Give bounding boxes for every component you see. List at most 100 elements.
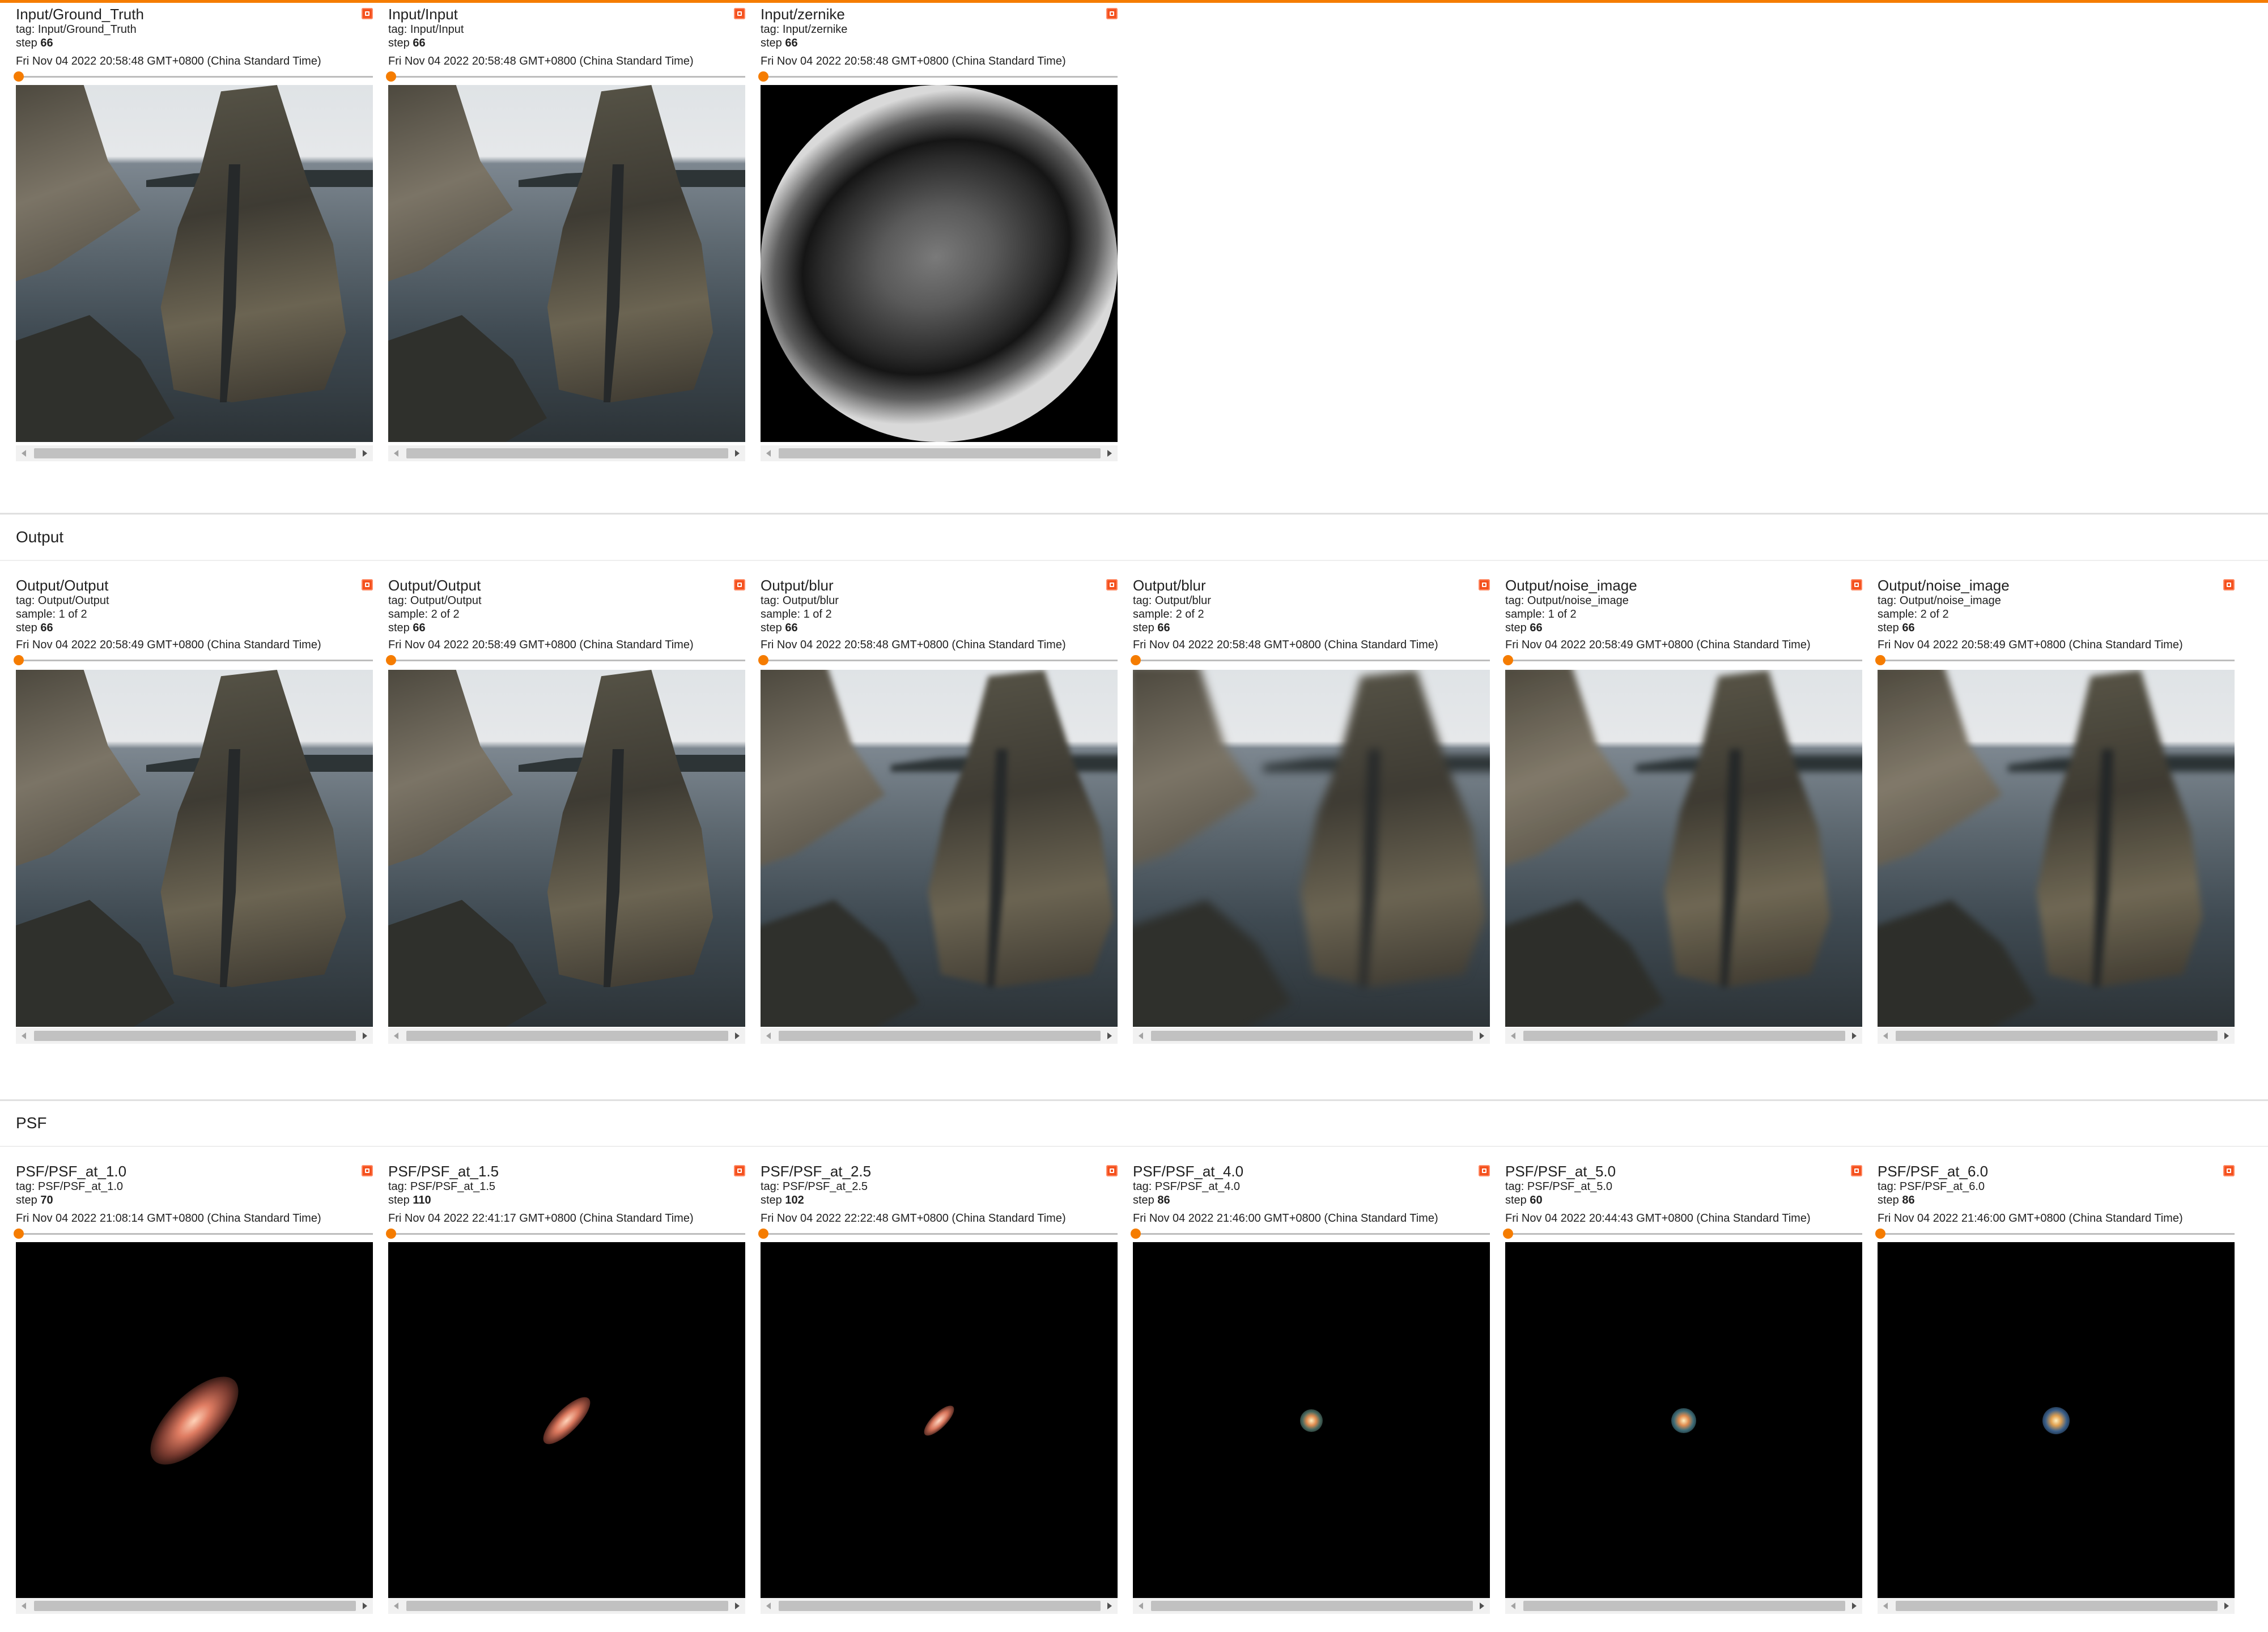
scrollbar-thumb[interactable]: [34, 1031, 356, 1041]
step-slider[interactable]: [1875, 1229, 2235, 1239]
step-slider[interactable]: [1131, 655, 1490, 665]
image-scrollbar[interactable]: [1878, 1028, 2235, 1044]
scrollbar-thumb[interactable]: [1523, 1031, 1845, 1041]
step-slider[interactable]: [14, 655, 373, 665]
slider-handle[interactable]: [1503, 655, 1513, 665]
image-scrollbar[interactable]: [388, 1028, 745, 1044]
image-scrollbar[interactable]: [1505, 1598, 1862, 1614]
arrow-right-icon[interactable]: [735, 1603, 740, 1609]
section-title-output[interactable]: Output: [16, 528, 63, 546]
expand-icon[interactable]: [362, 8, 373, 19]
step-slider[interactable]: [1875, 655, 2235, 665]
slider-handle[interactable]: [758, 71, 768, 82]
image-scrollbar[interactable]: [16, 1028, 373, 1044]
scrollbar-thumb[interactable]: [779, 1601, 1101, 1611]
step-slider[interactable]: [14, 1229, 373, 1239]
arrow-left-icon[interactable]: [1139, 1032, 1143, 1039]
arrow-left-icon[interactable]: [1511, 1603, 1515, 1609]
image-scrollbar[interactable]: [1133, 1598, 1490, 1614]
expand-icon[interactable]: [1851, 1165, 1862, 1176]
scrollbar-thumb[interactable]: [779, 1031, 1101, 1041]
expand-icon[interactable]: [1479, 579, 1490, 590]
step-slider[interactable]: [1131, 1229, 1490, 1239]
image-scrollbar[interactable]: [761, 1028, 1118, 1044]
arrow-right-icon[interactable]: [363, 1032, 367, 1039]
scrollbar-thumb[interactable]: [1896, 1031, 2218, 1041]
arrow-left-icon[interactable]: [766, 1603, 771, 1609]
expand-icon[interactable]: [734, 1165, 745, 1176]
expand-icon[interactable]: [1106, 8, 1118, 19]
step-slider[interactable]: [386, 655, 745, 665]
scrollbar-thumb[interactable]: [406, 448, 728, 458]
expand-icon[interactable]: [2223, 579, 2235, 590]
arrow-right-icon[interactable]: [1107, 450, 1112, 457]
scrollbar-thumb[interactable]: [1896, 1601, 2218, 1611]
step-slider[interactable]: [1503, 1229, 1862, 1239]
arrow-right-icon[interactable]: [1480, 1603, 1484, 1609]
image-scrollbar[interactable]: [388, 1598, 745, 1614]
arrow-right-icon[interactable]: [1107, 1032, 1112, 1039]
scrollbar-thumb[interactable]: [1151, 1031, 1473, 1041]
slider-handle[interactable]: [14, 1229, 24, 1239]
arrow-left-icon[interactable]: [1883, 1603, 1888, 1609]
image-scrollbar[interactable]: [1878, 1598, 2235, 1614]
scrollbar-thumb[interactable]: [406, 1031, 728, 1041]
image-scrollbar[interactable]: [1505, 1028, 1862, 1044]
slider-handle[interactable]: [14, 71, 24, 82]
slider-handle[interactable]: [1875, 1229, 1885, 1239]
image-scrollbar[interactable]: [16, 445, 373, 461]
arrow-right-icon[interactable]: [1480, 1032, 1484, 1039]
expand-icon[interactable]: [362, 1165, 373, 1176]
step-slider[interactable]: [758, 1229, 1118, 1239]
image-scrollbar[interactable]: [761, 1598, 1118, 1614]
expand-icon[interactable]: [1479, 1165, 1490, 1176]
image-scrollbar[interactable]: [1133, 1028, 1490, 1044]
arrow-right-icon[interactable]: [1852, 1603, 1857, 1609]
expand-icon[interactable]: [2223, 1165, 2235, 1176]
arrow-left-icon[interactable]: [394, 1603, 398, 1609]
step-slider[interactable]: [758, 71, 1118, 82]
arrow-left-icon[interactable]: [394, 450, 398, 457]
scrollbar-thumb[interactable]: [1151, 1601, 1473, 1611]
arrow-left-icon[interactable]: [766, 450, 771, 457]
arrow-right-icon[interactable]: [363, 450, 367, 457]
scrollbar-thumb[interactable]: [406, 1601, 728, 1611]
scrollbar-thumb[interactable]: [34, 1601, 356, 1611]
image-scrollbar[interactable]: [16, 1598, 373, 1614]
slider-handle[interactable]: [758, 655, 768, 665]
arrow-right-icon[interactable]: [2224, 1603, 2229, 1609]
arrow-left-icon[interactable]: [22, 450, 26, 457]
step-slider[interactable]: [14, 71, 373, 82]
slider-handle[interactable]: [386, 1229, 396, 1239]
slider-handle[interactable]: [1131, 655, 1141, 665]
step-slider[interactable]: [1503, 655, 1862, 665]
expand-icon[interactable]: [1106, 1165, 1118, 1176]
slider-handle[interactable]: [386, 655, 396, 665]
arrow-left-icon[interactable]: [1139, 1603, 1143, 1609]
arrow-left-icon[interactable]: [394, 1032, 398, 1039]
slider-handle[interactable]: [1503, 1229, 1513, 1239]
section-title-psf[interactable]: PSF: [16, 1114, 46, 1132]
slider-handle[interactable]: [386, 71, 396, 82]
expand-icon[interactable]: [1106, 579, 1118, 590]
image-scrollbar[interactable]: [761, 445, 1118, 461]
arrow-right-icon[interactable]: [735, 1032, 740, 1039]
slider-handle[interactable]: [758, 1229, 768, 1239]
arrow-left-icon[interactable]: [1511, 1032, 1515, 1039]
arrow-left-icon[interactable]: [1883, 1032, 1888, 1039]
expand-icon[interactable]: [362, 579, 373, 590]
arrow-right-icon[interactable]: [1852, 1032, 1857, 1039]
arrow-right-icon[interactable]: [2224, 1032, 2229, 1039]
arrow-left-icon[interactable]: [766, 1032, 771, 1039]
expand-icon[interactable]: [734, 8, 745, 19]
arrow-left-icon[interactable]: [22, 1603, 26, 1609]
step-slider[interactable]: [758, 655, 1118, 665]
arrow-right-icon[interactable]: [1107, 1603, 1112, 1609]
image-scrollbar[interactable]: [388, 445, 745, 461]
arrow-right-icon[interactable]: [735, 450, 740, 457]
arrow-left-icon[interactable]: [22, 1032, 26, 1039]
scrollbar-thumb[interactable]: [34, 448, 356, 458]
step-slider[interactable]: [386, 1229, 745, 1239]
arrow-right-icon[interactable]: [363, 1603, 367, 1609]
slider-handle[interactable]: [14, 655, 24, 665]
